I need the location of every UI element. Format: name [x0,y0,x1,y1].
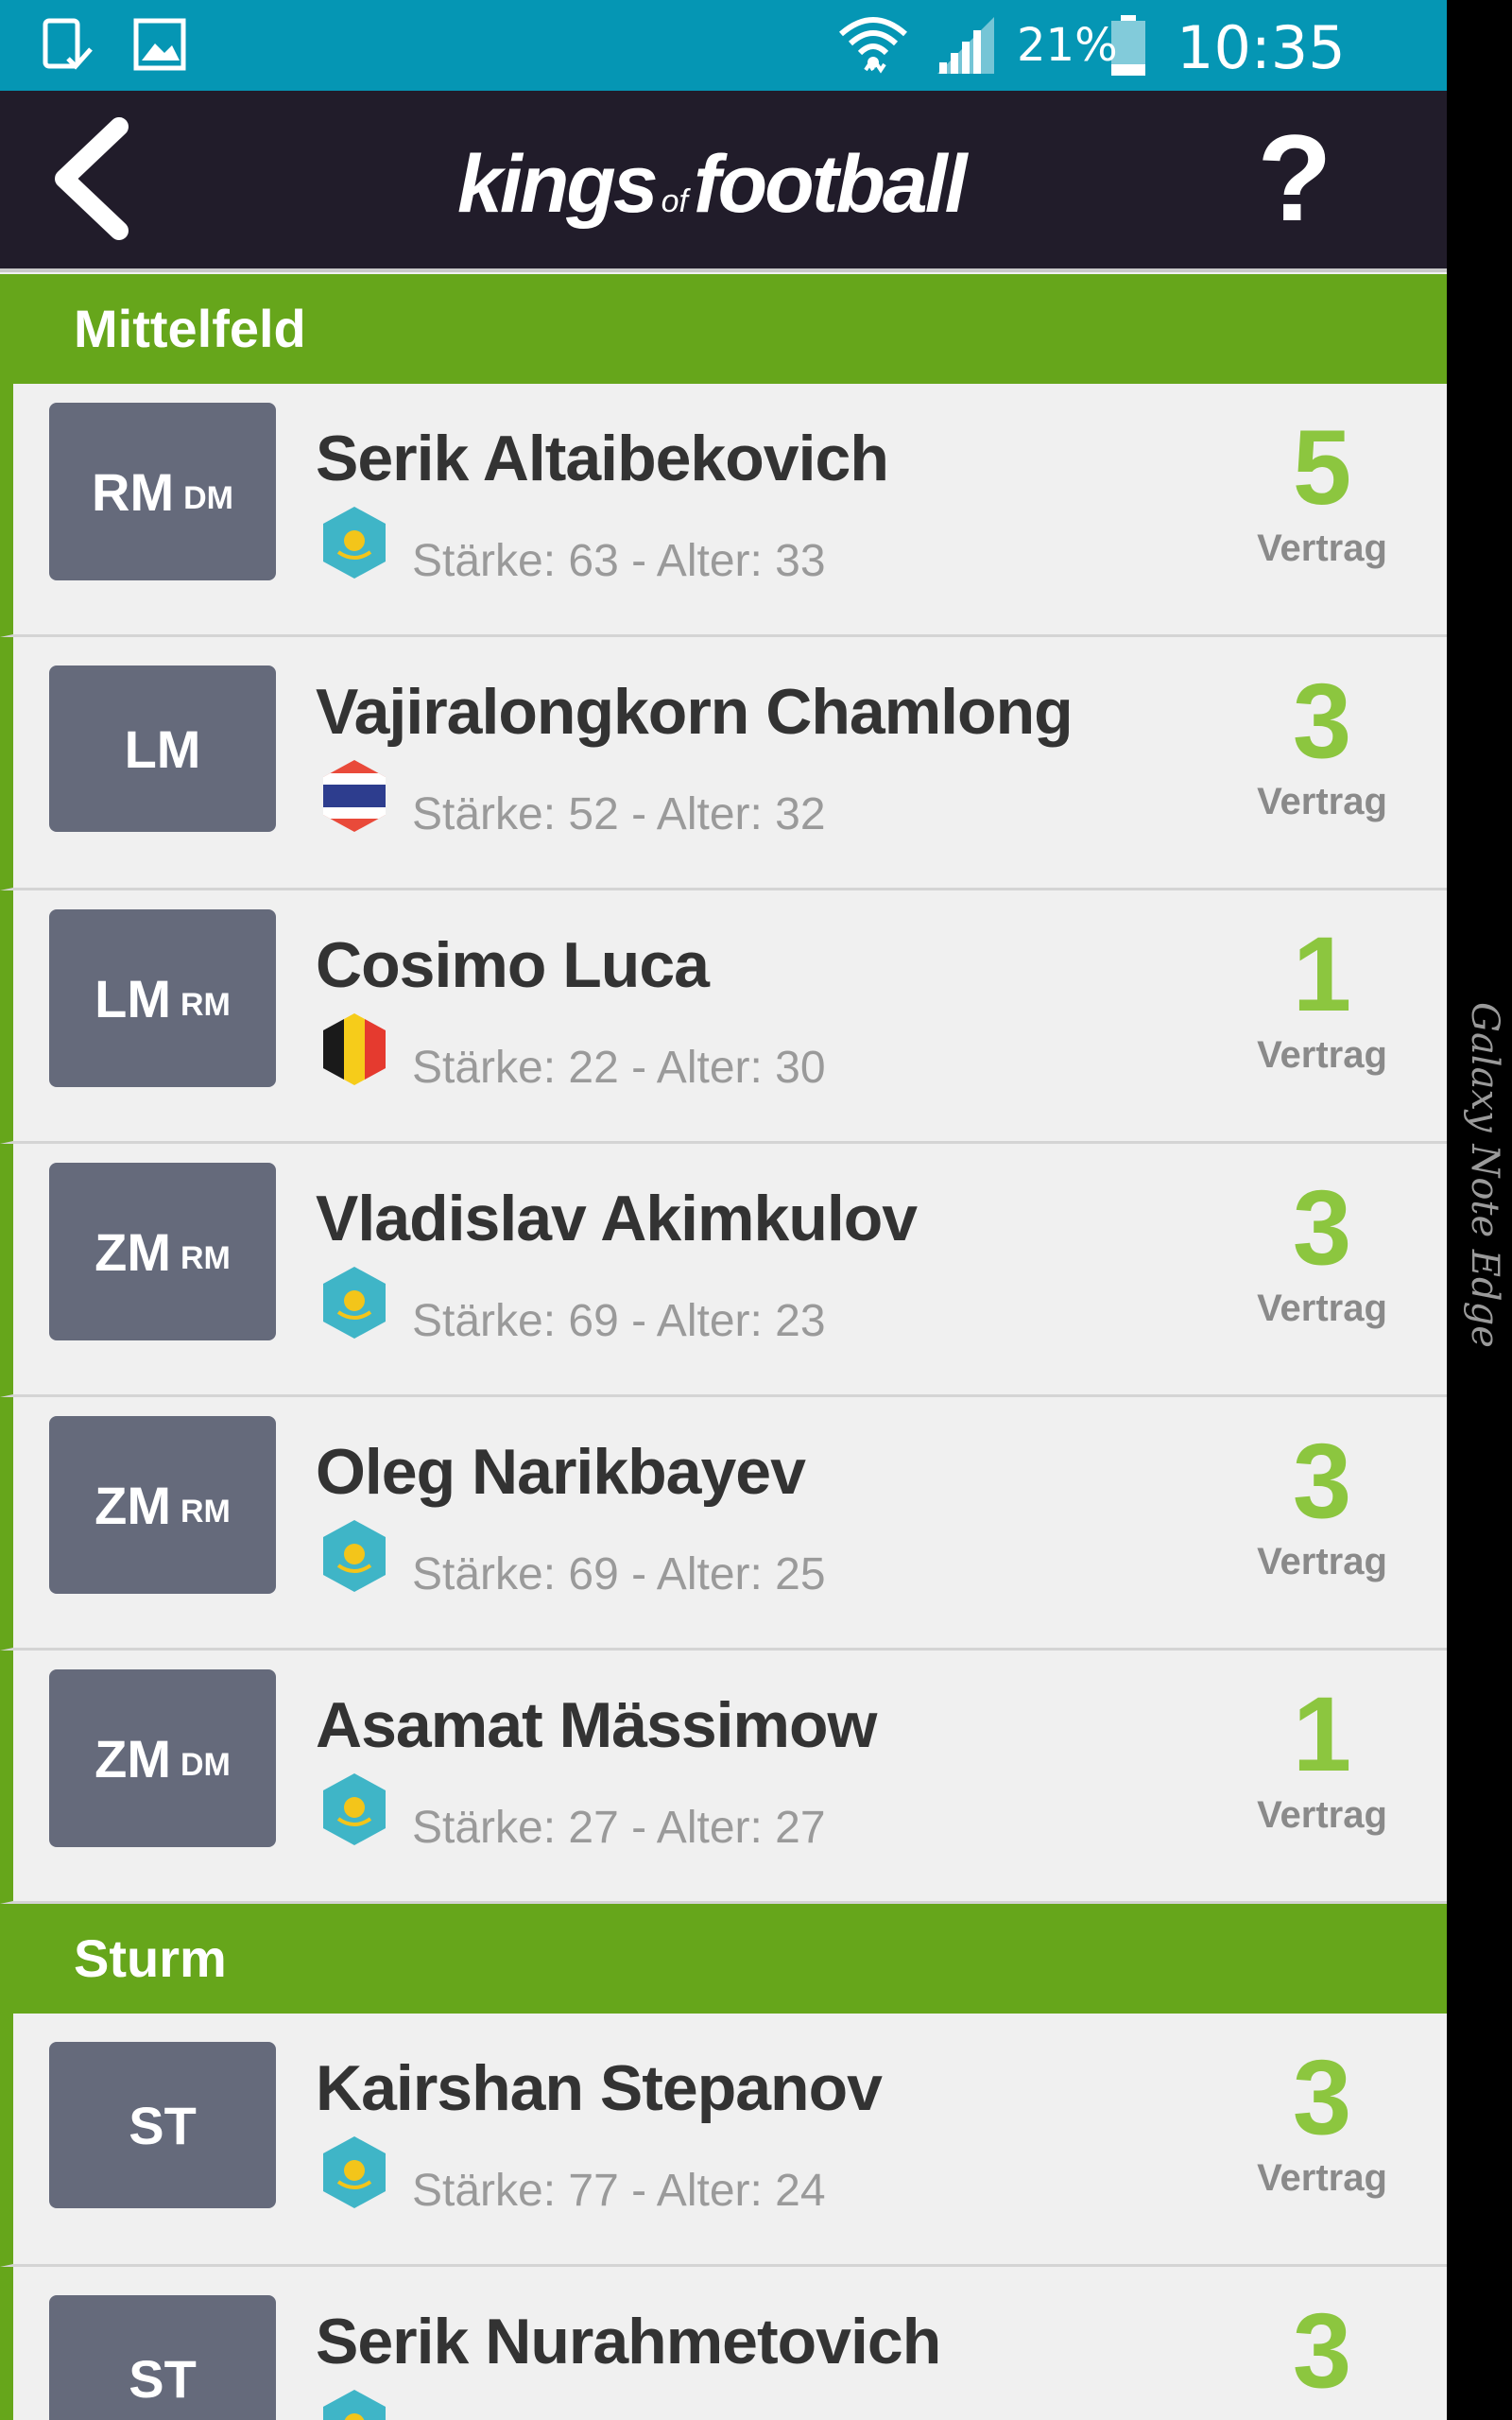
player-stats: Stärke: 77 - Alter: 24 [412,2166,826,2216]
section-header-sturm: Sturm [0,1904,1447,2014]
player-row[interactable]: ST Serik Nurahmetovich 3 [0,2267,1447,2420]
chevron-left-icon [55,117,129,240]
player-name: Asamat Mässimow [316,1689,877,1761]
contract-years: 1 [1292,1675,1352,1793]
player-name: Vajiralongkorn Chamlong [316,676,1074,748]
battery-percent: 21% [1017,19,1118,72]
position-badge: LM RM [49,909,276,1087]
player-name: Serik Nurahmetovich [316,2306,941,2377]
player-name: Serik Altaibekovich [316,423,889,494]
app-logo: kings offootball [457,138,967,233]
kazakhstan-flag-icon [323,2136,386,2208]
contract-years: 3 [1292,662,1352,780]
kazakhstan-flag-icon [323,1520,386,1592]
device-check-icon [43,18,93,70]
player-name: Vladislav Akimkulov [316,1183,918,1254]
position-badge: ST [49,2295,276,2420]
kazakhstan-flag-icon [323,2390,386,2420]
player-stats: Stärke: 69 - Alter: 25 [412,1549,826,1599]
wifi-icon [839,17,907,74]
position-badge: ZM RM [49,1163,276,1340]
position-badge: ST [49,2042,276,2208]
player-stats: Stärke: 22 - Alter: 30 [412,1043,826,1093]
player-row[interactable]: ZM RM Vladislav Akimkulov Stärke: 69 - Al… [0,1144,1447,1397]
player-list: Mittelfeld RM DM Serik Altaibekovich Stär… [0,274,1447,2420]
help-button[interactable]: ? [1252,112,1337,244]
logo-of: of [661,183,688,219]
position-badge: ZM DM [49,1669,276,1847]
battery-icon [1111,15,1145,76]
back-button[interactable] [47,117,142,240]
contract-label: Vertrag [1257,1541,1387,1582]
player-stats: Stärke: 52 - Alter: 32 [412,789,826,839]
position-badge: RM DM [49,403,276,580]
player-row[interactable]: ZM RM Oleg Narikbayev Stärke: 69 - Alter:… [0,1397,1447,1651]
logo-football: football [693,139,967,230]
player-row[interactable]: LM RM Cosimo Luca Stärke: 22 - Alter: 30 … [0,890,1447,1144]
contract-label: Vertrag [1257,1794,1387,1836]
kazakhstan-flag-icon [323,507,386,579]
position-badge: ZM RM [49,1416,276,1594]
player-stats: Stärke: 27 - Alter: 27 [412,1803,826,1853]
player-row[interactable]: LM Vajiralongkorn Chamlong Stärke: 52 - … [0,637,1447,890]
player-row[interactable]: ZM DM Asamat Mässimow Stärke: 27 - Alter:… [0,1651,1447,1904]
player-row[interactable]: ST Kairshan Stepanov Stärke: 77 - Alter:… [0,2014,1447,2267]
player-name: Kairshan Stepanov [316,2052,883,2124]
player-row[interactable]: RM DM Serik Altaibekovich Stärke: 63 - Al… [0,384,1447,637]
contract-years: 3 [1292,2038,1352,2156]
contract-years: 3 [1292,2291,1352,2410]
player-stats: Stärke: 69 - Alter: 23 [412,1296,826,1346]
contract-years: 3 [1292,1422,1352,1540]
contract-label: Vertrag [1257,1034,1387,1076]
kazakhstan-flag-icon [323,1773,386,1845]
image-notification-icon [133,18,186,71]
logo-kings: kings [457,139,659,230]
contract-label: Vertrag [1257,2157,1387,2199]
belgium-flag-icon [323,1013,386,1085]
contract-years: 3 [1292,1168,1352,1287]
contract-years: 1 [1292,915,1352,1033]
contract-label: Vertrag [1257,527,1387,569]
player-name: Oleg Narikbayev [316,1436,806,1508]
contract-label: Vertrag [1257,781,1387,822]
section-header-mittelfeld: Mittelfeld [0,274,1447,384]
device-edge-label: Galaxy Note Edge [1463,1002,1506,1348]
contract-years: 5 [1292,408,1352,527]
status-bar: 21% 10:35 [0,0,1447,91]
kazakhstan-flag-icon [323,1267,386,1339]
clock: 10:35 [1177,13,1346,82]
player-name: Cosimo Luca [316,929,710,1001]
player-stats: Stärke: 63 - Alter: 33 [412,536,826,586]
contract-label: Vertrag [1257,1288,1387,1329]
signal-icon [937,17,994,74]
app-header: kings offootball ? [0,91,1447,272]
position-badge: LM [49,666,276,832]
app-screen: 21% 10:35 kings offootball ? Mittelfeld R… [0,0,1447,2420]
thailand-flag-icon [323,760,386,832]
